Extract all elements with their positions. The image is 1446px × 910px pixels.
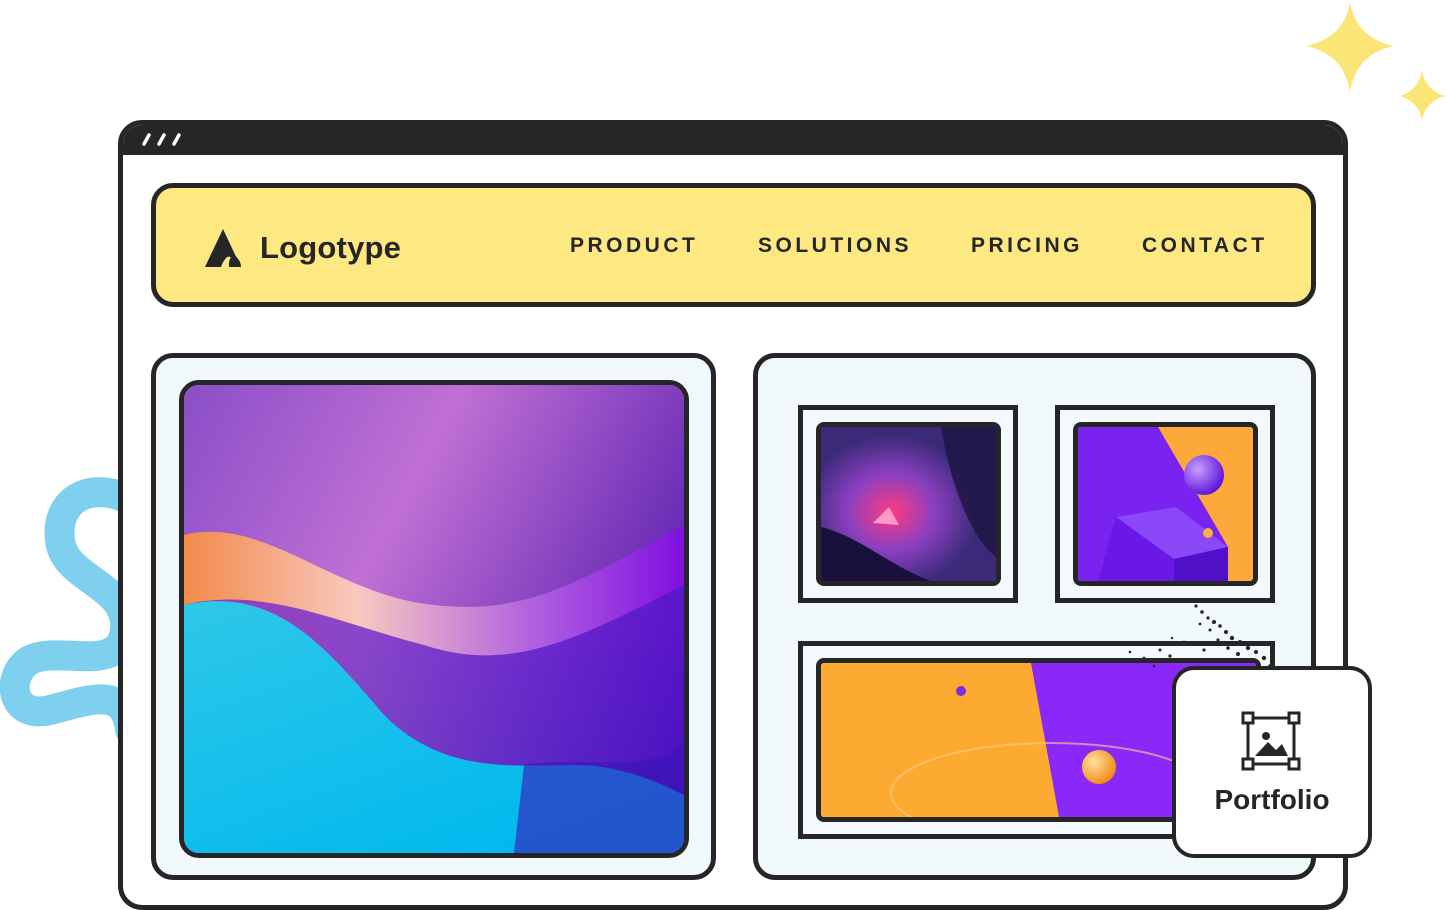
sparkles-decoration — [1306, 2, 1445, 120]
portfolio-label: Portfolio — [1214, 784, 1330, 815]
hero-panel — [151, 353, 716, 880]
gallery-image-1[interactable] — [816, 422, 1001, 586]
window-titlebar — [123, 125, 1343, 155]
gallery-frame-1 — [798, 405, 1018, 603]
nav-product[interactable]: PRODUCT — [570, 234, 698, 258]
site-logo[interactable]: Logotype — [203, 223, 401, 273]
gallery-image-2[interactable] — [1073, 422, 1258, 586]
neon-glow-image — [821, 427, 996, 581]
logo-mark-icon — [205, 229, 241, 267]
abstract-wave-image — [184, 385, 684, 853]
portfolio-card[interactable]: Portfolio — [1172, 666, 1372, 858]
site-navbar: Logotype PRODUCT SOLUTIONS PRICING CONTA… — [151, 183, 1316, 307]
nav-contact[interactable]: CONTACT — [1142, 234, 1268, 258]
nav-pricing[interactable]: PRICING — [971, 234, 1083, 258]
purple-cube-image — [1078, 427, 1253, 581]
window-dots-icon — [142, 133, 181, 146]
image-frame-icon — [1241, 711, 1301, 771]
logo-text: Logotype — [260, 230, 402, 265]
hero-image[interactable] — [179, 380, 689, 858]
browser-window: Logotype PRODUCT SOLUTIONS PRICING CONTA… — [118, 120, 1348, 910]
gallery-frame-2 — [1055, 405, 1275, 603]
nav-solutions[interactable]: SOLUTIONS — [758, 234, 912, 258]
